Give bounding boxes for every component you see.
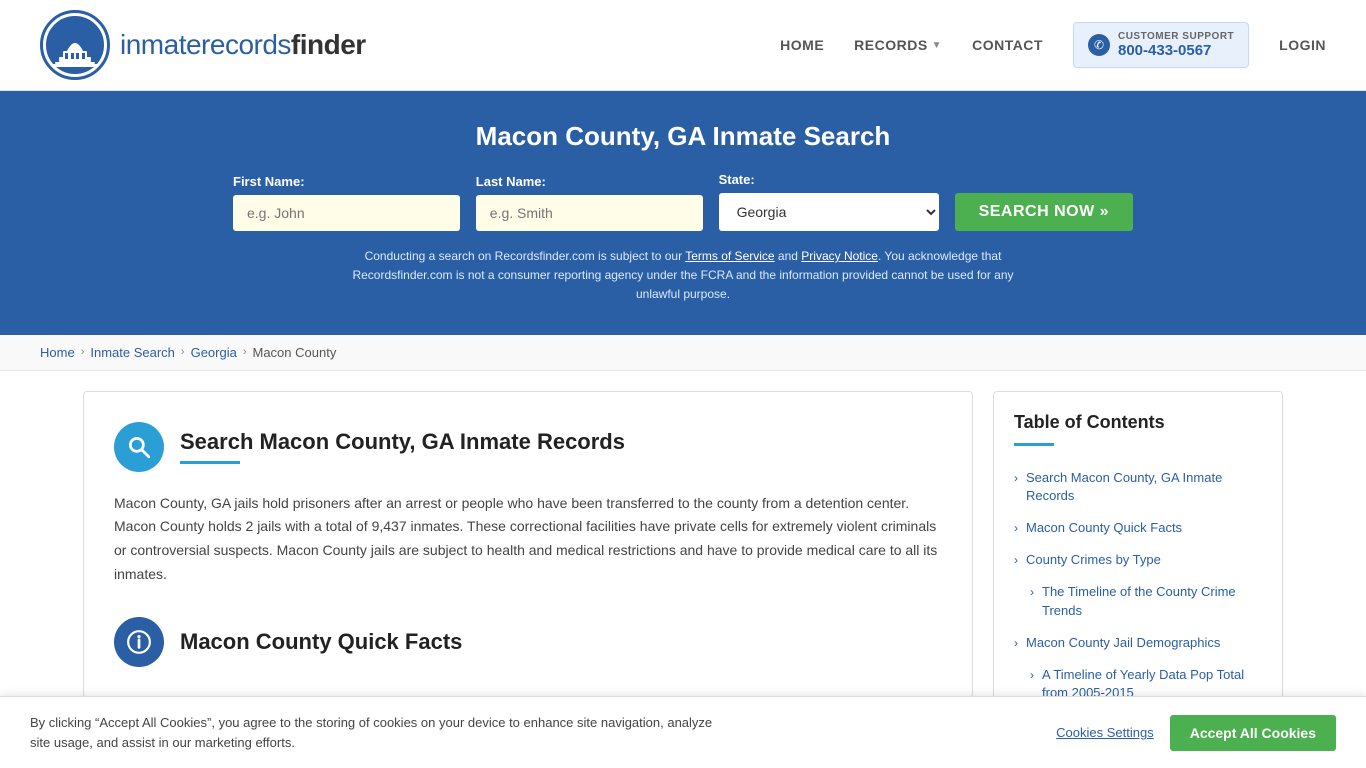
toc-chevron-2: › — [1014, 520, 1018, 537]
section1-header: Search Macon County, GA Inmate Records — [114, 422, 942, 472]
toc-chevron-4: › — [1030, 584, 1034, 601]
breadcrumb-sep-3: › — [243, 346, 247, 358]
section1-title: Search Macon County, GA Inmate Records — [180, 429, 625, 455]
info-icon — [114, 617, 164, 667]
first-name-label: First Name: — [233, 174, 460, 189]
cookie-text: By clicking “Accept All Cookies”, you ag… — [30, 713, 730, 752]
last-name-input[interactable] — [476, 195, 703, 231]
section2-header: Macon County Quick Facts — [114, 617, 942, 667]
toc-item-1[interactable]: › Search Macon County, GA Inmate Records — [1014, 462, 1262, 512]
last-name-label: Last Name: — [476, 174, 703, 189]
state-select[interactable]: Georgia Alabama Alaska Arizona Californi… — [719, 193, 939, 231]
first-name-input[interactable] — [233, 195, 460, 231]
sidebar-toc: Table of Contents › Search Macon County,… — [993, 391, 1283, 731]
terms-link[interactable]: Terms of Service — [685, 249, 774, 263]
toc-chevron-6: › — [1030, 667, 1034, 684]
logo-icon — [40, 10, 110, 80]
hero-disclaimer: Conducting a search on Recordsfinder.com… — [333, 247, 1033, 305]
cookie-actions: Cookies Settings Accept All Cookies — [1056, 715, 1336, 751]
logo-area: inmaterecordsfinder — [40, 10, 366, 80]
section1-body: Macon County, GA jails hold prisoners af… — [114, 492, 942, 587]
breadcrumb-inmate-search[interactable]: Inmate Search — [90, 345, 175, 360]
toc-title: Table of Contents — [1014, 412, 1262, 433]
breadcrumb: Home › Inmate Search › Georgia › Macon C… — [0, 335, 1366, 371]
hero-section: Macon County, GA Inmate Search First Nam… — [0, 91, 1366, 335]
support-label: CUSTOMER SUPPORT — [1118, 31, 1234, 42]
section1-title-wrap: Search Macon County, GA Inmate Records — [180, 429, 625, 464]
search-button[interactable]: SEARCH NOW » — [955, 193, 1133, 231]
first-name-group: First Name: — [233, 174, 460, 231]
hero-title: Macon County, GA Inmate Search — [40, 121, 1326, 152]
customer-support[interactable]: ✆ CUSTOMER SUPPORT 800-433-0567 — [1073, 22, 1249, 68]
support-text: CUSTOMER SUPPORT 800-433-0567 — [1118, 31, 1234, 59]
toc-chevron-3: › — [1014, 552, 1018, 569]
breadcrumb-home[interactable]: Home — [40, 345, 75, 360]
content-area: Search Macon County, GA Inmate Records M… — [83, 391, 973, 698]
state-group: State: Georgia Alabama Alaska Arizona Ca… — [719, 172, 939, 231]
breadcrumb-sep-1: › — [81, 346, 85, 358]
toc-chevron-1: › — [1014, 470, 1018, 487]
headset-icon: ✆ — [1088, 34, 1110, 56]
records-chevron-icon: ▼ — [932, 40, 942, 51]
cookies-settings-button[interactable]: Cookies Settings — [1056, 725, 1154, 740]
search-form: First Name: Last Name: State: Georgia Al… — [233, 172, 1133, 231]
login-button[interactable]: LOGIN — [1279, 37, 1326, 53]
last-name-group: Last Name: — [476, 174, 703, 231]
toc-chevron-5: › — [1014, 635, 1018, 652]
site-header: inmaterecordsfinder HOME RECORDS ▼ CONTA… — [0, 0, 1366, 91]
search-icon — [114, 422, 164, 472]
toc-item-4[interactable]: › The Timeline of the County Crime Trend… — [1014, 576, 1262, 626]
toc-item-2[interactable]: › Macon County Quick Facts — [1014, 512, 1262, 544]
accept-cookies-button[interactable]: Accept All Cookies — [1170, 715, 1336, 751]
nav-contact[interactable]: CONTACT — [972, 37, 1043, 53]
nav-home[interactable]: HOME — [780, 37, 824, 53]
support-number: 800-433-0567 — [1118, 42, 1234, 59]
cookie-banner: By clicking “Accept All Cookies”, you ag… — [0, 696, 1366, 768]
toc-divider — [1014, 443, 1054, 446]
logo-text: inmaterecordsfinder — [120, 29, 366, 61]
section1-underline — [180, 461, 240, 464]
main-content: Search Macon County, GA Inmate Records M… — [43, 391, 1323, 731]
toc-item-5[interactable]: › Macon County Jail Demographics — [1014, 627, 1262, 659]
breadcrumb-sep-2: › — [181, 346, 185, 358]
breadcrumb-current: Macon County — [253, 345, 337, 360]
main-nav: HOME RECORDS ▼ CONTACT ✆ CUSTOMER SUPPOR… — [780, 22, 1326, 68]
toc-item-3[interactable]: › County Crimes by Type — [1014, 544, 1262, 576]
privacy-link[interactable]: Privacy Notice — [801, 249, 878, 263]
nav-records[interactable]: RECORDS ▼ — [854, 37, 942, 53]
section2-title: Macon County Quick Facts — [180, 629, 462, 655]
state-label: State: — [719, 172, 939, 187]
breadcrumb-georgia[interactable]: Georgia — [191, 345, 237, 360]
logo-finder: finder — [291, 29, 366, 60]
